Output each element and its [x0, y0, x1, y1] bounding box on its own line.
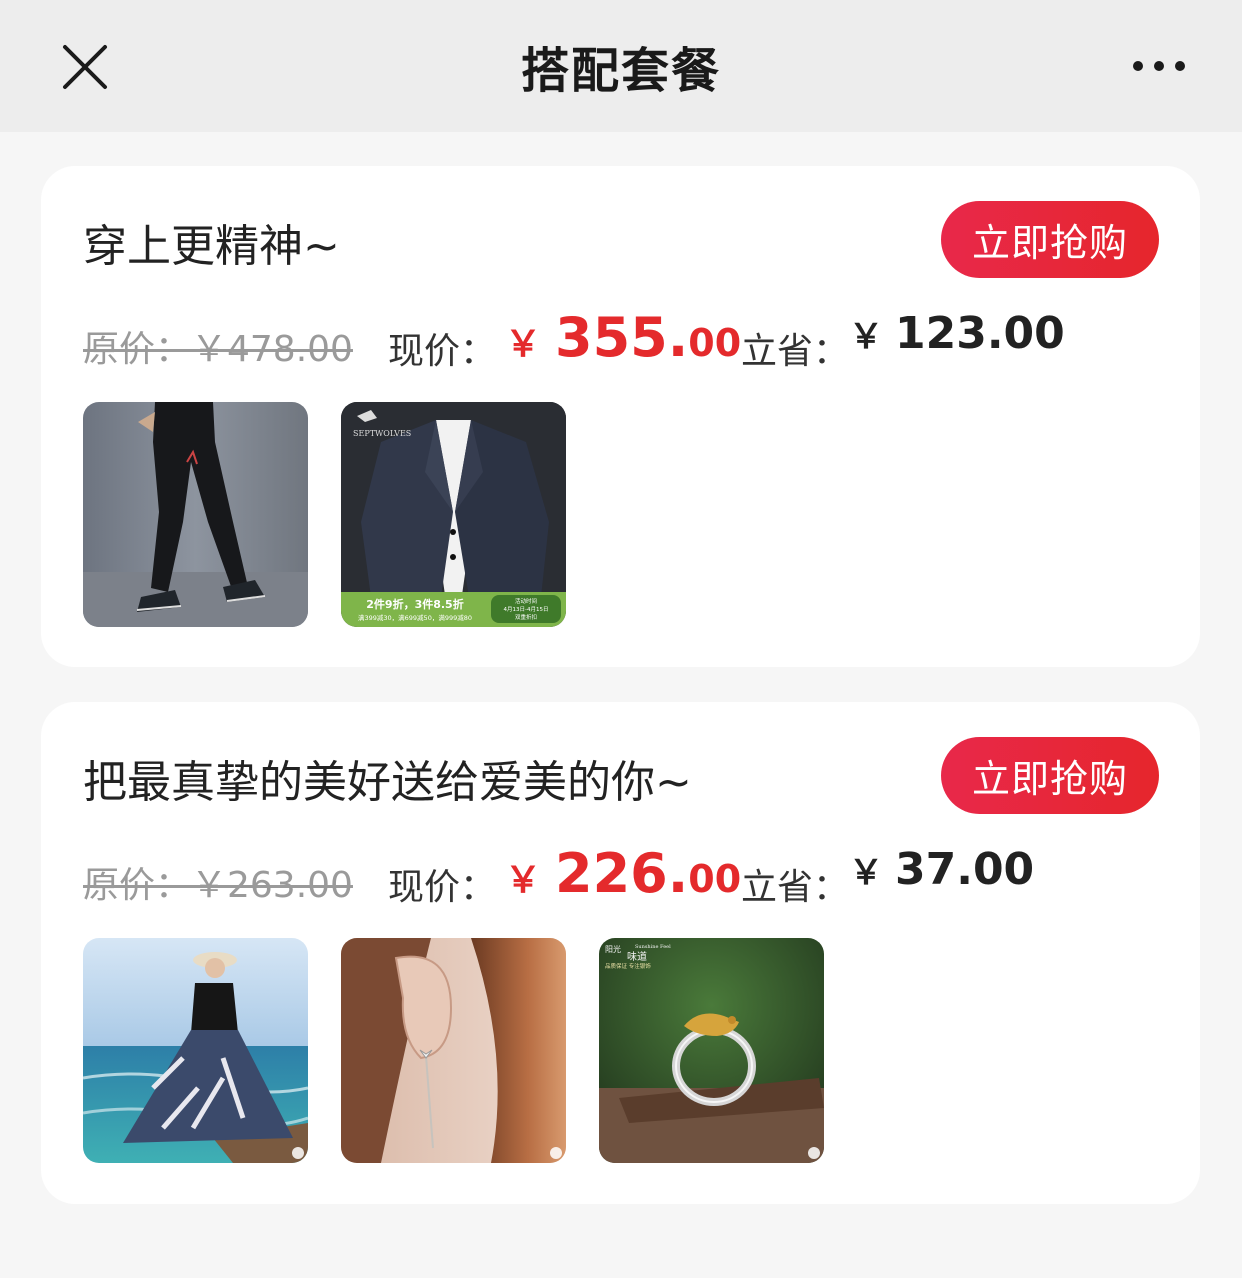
current-price-decimal: 00 — [688, 321, 742, 365]
skirt-image — [83, 938, 308, 1163]
earring-image — [341, 938, 566, 1163]
brand-label: SEPTWOLVES — [353, 429, 411, 438]
price-row: 原价：￥478.00 现价： ￥ 355.00 立省： ￥ 123.00 — [83, 306, 1163, 378]
ring-brand-cn-2: 味道 — [627, 950, 647, 963]
savings-label: 立省： — [741, 867, 850, 908]
currency-symbol: ￥ — [849, 853, 883, 893]
ring-tagline: 品质保证 专注银饰 — [605, 962, 651, 970]
original-price: 原价：￥263.00 — [83, 865, 353, 906]
zoom-indicator — [808, 1147, 820, 1159]
savings-amount: ￥ 123.00 — [849, 308, 1065, 359]
package-card: 把最真挚的美好送给爱美的你~ 立即抢购 原价：￥263.00 现价： ￥ 226.… — [41, 702, 1200, 1204]
product-thumbnail-ring[interactable]: 阳光 味道 Sunshine Feel 品质保证 专注银饰 — [599, 938, 824, 1163]
buy-now-button[interactable]: 立即抢购 — [941, 737, 1159, 814]
currency-symbol: ￥ — [849, 317, 883, 357]
savings-value: 37.00 — [895, 844, 1035, 895]
promo-side-2: 4月13日-4月15日 — [504, 606, 549, 613]
product-thumbnail-skirt[interactable] — [83, 938, 308, 1163]
pants-image — [83, 402, 308, 627]
currency-symbol: ￥ — [505, 324, 542, 365]
buy-now-button[interactable]: 立即抢购 — [941, 201, 1159, 278]
promo-side-1: 活动时间 — [515, 597, 537, 605]
savings-label: 立省： — [741, 331, 850, 372]
current-price-label: 现价： — [388, 867, 497, 908]
package-card: 穿上更精神~ 立即抢购 原价：￥478.00 现价： ￥ 355.00 立省： ￥… — [41, 166, 1200, 667]
current-price-integer: 355. — [555, 306, 689, 369]
page-title: 搭配套餐 — [520, 43, 721, 99]
jacket-image: SEPTWOLVES 2件9折，3件8.5折 满399减30，满699减50，满… — [341, 402, 566, 627]
promo-side-3: 双重折扣 — [515, 613, 537, 621]
original-price: 原价：￥478.00 — [83, 329, 353, 370]
more-dots-icon[interactable] — [1132, 56, 1186, 76]
savings-amount: ￥ 37.00 — [849, 844, 1034, 895]
price-row: 原价：￥263.00 现价： ￥ 226.00 立省： ￥ 37.00 — [83, 842, 1163, 914]
package-title: 把最真挚的美好送给爱美的你~ — [83, 757, 692, 808]
current-price: ￥ 226.00 — [505, 842, 741, 905]
ring-image: 阳光 味道 Sunshine Feel 品质保证 专注银饰 — [599, 938, 824, 1163]
current-price: ￥ 355.00 — [505, 306, 741, 369]
zoom-indicator — [550, 1147, 562, 1159]
current-price-decimal: 00 — [688, 857, 742, 901]
current-price-integer: 226. — [555, 842, 689, 905]
product-thumbnail-earring[interactable] — [341, 938, 566, 1163]
product-thumbnail-pants[interactable] — [83, 402, 308, 627]
product-thumbnails: SEPTWOLVES 2件9折，3件8.5折 满399减30，满699减50，满… — [83, 402, 566, 627]
zoom-indicator — [292, 1147, 304, 1159]
currency-symbol: ￥ — [505, 860, 542, 901]
close-icon[interactable] — [62, 44, 108, 90]
promo-banner-main: 2件9折，3件8.5折 — [366, 597, 463, 611]
product-thumbnails: 阳光 味道 Sunshine Feel 品质保证 专注银饰 — [83, 938, 824, 1163]
ring-brand-en: Sunshine Feel — [635, 944, 671, 950]
nav-bar: 搭配套餐 — [0, 0, 1242, 132]
savings-value: 123.00 — [895, 308, 1065, 359]
promo-banner-sub: 满399减30，满699减50，满999减80 — [358, 613, 472, 622]
package-title: 穿上更精神~ — [83, 221, 340, 272]
ring-brand-cn-1: 阳光 — [605, 944, 621, 954]
current-price-label: 现价： — [388, 331, 497, 372]
product-thumbnail-jacket[interactable]: SEPTWOLVES 2件9折，3件8.5折 满399减30，满699减50，满… — [341, 402, 566, 627]
